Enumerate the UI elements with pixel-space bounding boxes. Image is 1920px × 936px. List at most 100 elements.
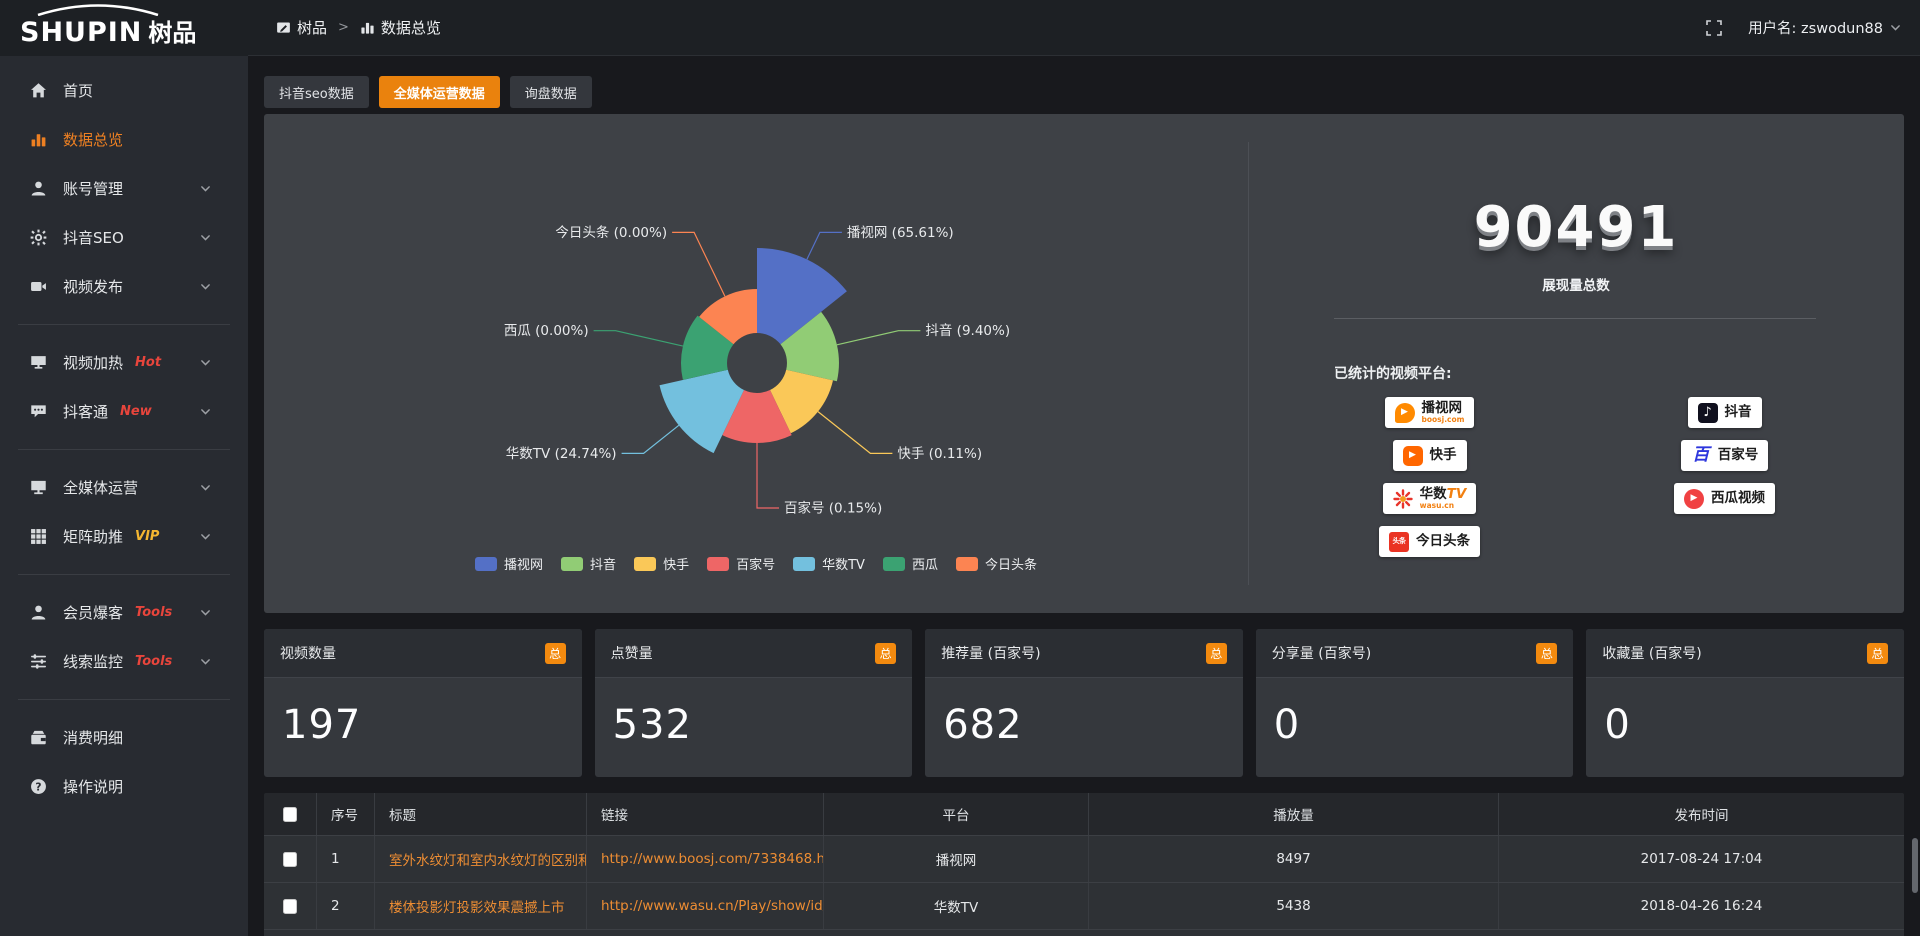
row-checkbox[interactable] — [283, 807, 297, 822]
cell-publish_time: 2018-04-26 16:24 — [1499, 883, 1904, 929]
legend-swatch — [793, 557, 815, 571]
chevron-down-icon — [199, 356, 212, 369]
sidebar-item-douyin-seo[interactable]: 抖音SEO — [0, 213, 248, 262]
chart-small-icon — [360, 20, 375, 35]
legend-item-wasu[interactable]: 华数TV — [793, 554, 865, 573]
pie-label-line — [837, 331, 921, 345]
pie-label-line — [594, 331, 683, 346]
stat-card-value: 532 — [595, 678, 913, 748]
board-icon — [276, 20, 291, 35]
chevron-down-icon — [199, 481, 212, 494]
video-link[interactable]: http://www.boosj.com/7338468.html — [587, 836, 824, 882]
sidebar-item-label: 会员爆客 — [63, 602, 123, 623]
sidebar-item-video-publish[interactable]: 视频发布 — [0, 262, 248, 311]
app-logo[interactable]: SHUPIN树品 — [0, 0, 248, 56]
sidebar-item-media-operation[interactable]: 全媒体运营 — [0, 463, 248, 512]
platforms-grid: ▶播视网boosj.com▶快手华数TVwasu.cn头条今日头条♪抖音百百家号… — [1282, 397, 1872, 557]
username-text: 用户名: zswodun88 — [1748, 17, 1883, 38]
breadcrumb-item-shupin[interactable]: 树品 — [276, 17, 327, 38]
legend-item-xigua[interactable]: 西瓜 — [883, 554, 938, 573]
platform-name: 百家号 — [1718, 448, 1759, 462]
pie-label-line — [622, 425, 679, 453]
tab-media-operation-data[interactable]: 全媒体运营数据 — [379, 76, 500, 108]
chart-legend: 播视网抖音快手 百家号华数TV 西瓜今日头条 — [264, 554, 1248, 573]
sidebar-divider — [18, 699, 230, 700]
scrollbar-thumb[interactable] — [1912, 838, 1918, 893]
chevron-down-icon — [199, 606, 212, 619]
sidebar-item-matrix-boost[interactable]: 矩阵助推 VIP — [0, 512, 248, 561]
platform-badge-baijiahao: 百百家号 — [1681, 440, 1769, 471]
stat-cards: 视频数量总197点赞量总532推荐量 (百家号)总682分享量 (百家号)总0收… — [264, 629, 1904, 777]
sidebar-item-tag: VIP — [135, 529, 159, 544]
sidebar-item-label: 消费明细 — [63, 727, 123, 748]
breadcrumb: 树品>数据总览 — [276, 17, 441, 38]
col-header-index: 序号 — [317, 793, 375, 835]
sidebar-item-video-heat[interactable]: 视频加热Hot — [0, 338, 248, 387]
rose-chart: 播视网 (65.61%)抖音 (9.40%)快手 (0.11%)百家号 (0.1… — [264, 114, 1248, 584]
sidebar-item-label: 抖客通 — [63, 401, 108, 422]
pie-label: 播视网 (65.61%) — [847, 225, 954, 241]
username-dropdown[interactable]: 用户名: zswodun88 — [1748, 17, 1902, 38]
stat-card-value: 0 — [1256, 678, 1574, 748]
row-checkbox[interactable] — [283, 852, 297, 867]
pie-label-line — [757, 443, 779, 508]
video-title-link[interactable]: 室外水纹灯和室内水纹灯的区别和简介 — [375, 836, 587, 882]
legend-label: 百家号 — [736, 554, 775, 573]
row-checkbox[interactable] — [283, 899, 297, 914]
platform-name: 华数TV — [1420, 487, 1467, 501]
table-row: 1室外水纹灯和室内水纹灯的区别和简介http://www.boosj.com/7… — [264, 835, 1904, 882]
xigua-logo-icon: ▶ — [1684, 489, 1704, 509]
video-link[interactable]: http://www.wasu.cn/Play/show/id/952... — [587, 883, 824, 929]
platform-badge-wasu: 华数TVwasu.cn — [1383, 483, 1477, 514]
fullscreen-icon[interactable] — [1706, 20, 1722, 36]
legend-item-kuaishou[interactable]: 快手 — [634, 554, 689, 573]
sidebar-item-home[interactable]: 首页 — [0, 66, 248, 115]
sidebar-item-data-overview[interactable]: 数据总览 — [0, 115, 248, 164]
douyin-logo-icon: ♪ — [1698, 403, 1718, 423]
chevron-down-icon — [199, 655, 212, 668]
legend-swatch — [634, 557, 656, 571]
platform-name: 抖音 — [1725, 405, 1752, 419]
sidebar-item-operation-guide[interactable]: ?操作说明 — [0, 762, 248, 811]
pie-label: 西瓜 (0.00%) — [504, 323, 589, 339]
gear-icon — [30, 229, 47, 246]
sidebar-item-label: 矩阵助推 — [63, 526, 123, 547]
tab-inquiry-data[interactable]: 询盘数据 — [510, 76, 592, 108]
sidebar-item-expense-detail[interactable]: 消费明细 — [0, 713, 248, 762]
cell-platform: 华数TV — [824, 883, 1089, 929]
sidebar-item-tag: New — [120, 404, 152, 419]
sidebar-item-account-manage[interactable]: 账号管理 — [0, 164, 248, 213]
cell-index: 2 — [317, 883, 375, 929]
legend-item-toutiao[interactable]: 今日头条 — [956, 554, 1037, 573]
breadcrumb-item-data-overview[interactable]: 数据总览 — [360, 17, 441, 38]
chart-panel: 播视网 (65.61%)抖音 (9.40%)快手 (0.11%)百家号 (0.1… — [264, 114, 1904, 613]
user-icon — [30, 180, 47, 197]
sidebar-item-label: 线索监控 — [63, 651, 123, 672]
screen-icon — [30, 354, 47, 371]
sidebar-item-label: 抖音SEO — [63, 227, 124, 248]
pie-label: 今日头条 (0.00%) — [555, 224, 667, 241]
stat-card-value: 682 — [925, 678, 1243, 748]
pie-slice-wasu[interactable] — [660, 370, 745, 453]
legend-item-boosj[interactable]: 播视网 — [475, 554, 543, 573]
stat-card-title: 视频数量 — [280, 643, 336, 663]
sidebar-item-clue-monitor[interactable]: 线索监控Tools — [0, 637, 248, 686]
chevron-down-icon — [199, 280, 212, 293]
table-row: 2楼体投影灯投影效果震撼上市http://www.wasu.cn/Play/sh… — [264, 882, 1904, 929]
chevron-down-icon — [199, 530, 212, 543]
tab-douyin-seo-data[interactable]: 抖音seo数据 — [264, 76, 369, 108]
video-title-link[interactable]: 楼体投影灯投影效果震撼上市 — [375, 883, 587, 929]
total-badge: 总 — [875, 643, 896, 664]
top-bar: SHUPIN树品 树品>数据总览 用户名: zswodun88 — [0, 0, 1920, 56]
breadcrumb-label: 数据总览 — [381, 17, 441, 38]
sidebar-item-member-baoke[interactable]: 会员爆客Tools — [0, 588, 248, 637]
chevron-down-icon — [1889, 21, 1902, 34]
stat-card-recommend-count: 推荐量 (百家号)总682 — [925, 629, 1243, 777]
logo-arc — [34, 3, 162, 16]
sidebar-divider — [18, 324, 230, 325]
legend-item-douyin[interactable]: 抖音 — [561, 554, 616, 573]
grid-icon — [30, 528, 47, 545]
legend-item-baijiahao[interactable]: 百家号 — [707, 554, 775, 573]
sidebar-item-douketong[interactable]: 抖客通 New — [0, 387, 248, 436]
total-impressions-value: 90491 — [1248, 200, 1904, 256]
